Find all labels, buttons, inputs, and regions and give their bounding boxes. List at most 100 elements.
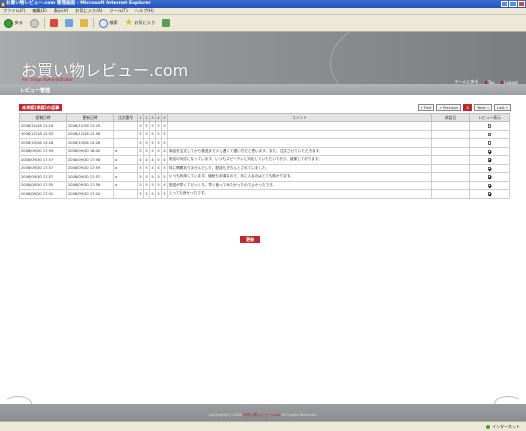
table-header-row: 投稿日時 更新日時 注文番号 1 2 3 4 5 コメント 承認日 レビュー表示 — [19, 113, 510, 122]
update-button[interactable]: 更新 — [240, 236, 261, 243]
back-arrow-icon — [4, 18, 13, 28]
show-review-checkbox[interactable] — [487, 166, 492, 170]
section-title: レビュー管理 — [20, 88, 51, 94]
table-row: 2008/10/08 13:28 2008/10/08 13:28 5 5 5 5 5 — [19, 138, 510, 148]
show-review-checkbox[interactable] — [487, 149, 492, 153]
cell-comment: とっても良かったです。 — [167, 189, 432, 199]
col-order: 注文番号 — [113, 113, 138, 122]
cell-show — [469, 146, 510, 156]
media-icon — [162, 19, 171, 27]
cell-updated: 2008/09/30 17:56 — [66, 180, 114, 190]
header-decoration — [330, 32, 526, 84]
review-table-body: 2008/12/26 11:16 2008/12/26 11:20 5 5 5 5 5 200… — [19, 121, 510, 199]
search-icon — [98, 18, 108, 28]
cell-order: a — [113, 180, 138, 190]
back-button[interactable]: 戻る — [2, 17, 25, 29]
show-review-checkbox[interactable] — [487, 175, 492, 179]
forward-button[interactable] — [28, 17, 41, 29]
cell-comment: いつも利用しています。値段も手頃なので、手に入るのはとても助かります。 — [167, 172, 432, 182]
review-table: 投稿日時 更新日時 注文番号 1 2 3 4 5 コメント 承認日 レビュー表示… — [19, 113, 510, 199]
cell-comment: 特に問題ありませんでした。配送もきちんとされていました。 — [167, 163, 432, 173]
table-row: 2008/09/30 17:57 2008/09/30 17:57 a 5 5 5 5 5 いつ… — [19, 172, 510, 182]
home-icon — [79, 19, 88, 27]
table-row: 2008/12/18 12:52 2008/12/18 12:56 5 5 5 5 5 — [19, 129, 510, 139]
site-header: お買い物レビュー.com For Shop Administrator — [0, 32, 526, 84]
refresh-button[interactable] — [63, 17, 75, 29]
table-row: 2008/09/30 17:55 2008/09/30 17:56 a 5 5 5 5 4 配送… — [19, 180, 510, 190]
cell-comment — [167, 121, 432, 131]
cell-updated: 2008/12/26 11:20 — [66, 121, 114, 131]
cell-show — [469, 155, 510, 165]
show-review-checkbox[interactable] — [487, 183, 492, 187]
close-button[interactable] — [517, 1, 525, 7]
menu-view[interactable]: 表示(V) — [54, 8, 69, 14]
col-comment: コメント — [167, 113, 432, 122]
cell-comment — [167, 138, 432, 148]
cell-show — [469, 163, 510, 173]
show-review-checkbox[interactable] — [487, 124, 492, 128]
col-updated: 更新日時 — [66, 113, 114, 122]
media-button[interactable] — [160, 17, 172, 29]
back-label: 戻る — [14, 20, 23, 25]
cell-show — [469, 121, 510, 131]
table-row: 2008/09/30 17:57 2008/09/30 17:59 a 5 5 4 4 5 特に… — [19, 163, 510, 173]
toolbar-separator — [92, 18, 94, 28]
home-button[interactable] — [78, 17, 90, 29]
show-review-checkbox[interactable] — [487, 192, 492, 196]
cell-posted: 2008/09/30 17:57 — [19, 155, 67, 165]
cell-order: a — [113, 163, 138, 173]
cell-updated: 2008/09/30 17:58 — [66, 155, 114, 165]
table-row: 2008/09/30 17:41 2008/09/30 17:42 5 5 5 5 5 とって… — [19, 189, 510, 199]
cell-approved — [431, 163, 470, 173]
show-review-checkbox[interactable] — [487, 141, 492, 145]
cell-updated: 2008/09/30 17:57 — [66, 172, 114, 182]
pager-last[interactable]: Last » — [494, 104, 511, 111]
menu-file[interactable]: ファイル(F) — [3, 8, 25, 14]
cell-approved — [431, 189, 470, 199]
cell-approved — [431, 138, 470, 148]
col-approved: 承認日 — [431, 113, 470, 122]
cell-comment: 配送が早くてびっくり。早く使ってみたかったのでよかったです。 — [167, 180, 432, 190]
show-review-checkbox[interactable] — [487, 158, 492, 162]
show-review-checkbox[interactable] — [487, 132, 492, 136]
cell-order — [113, 121, 138, 131]
cell-order: a — [113, 146, 138, 156]
cell-updated: 2008/09/30 17:42 — [66, 189, 114, 199]
menu-tools[interactable]: ツール(T) — [109, 8, 127, 14]
menu-bar: ファイル(F) 編集(E) 表示(V) お気に入り(A) ツール(T) ヘルプ(… — [0, 8, 526, 15]
window-title: お買い物レビュー.com 管理画面 - Microsoft Internet E… — [6, 1, 151, 6]
cell-show — [469, 138, 510, 148]
favorites-label: お気に入り — [134, 20, 156, 25]
browser-toolbar: 戻る 検索 ★ お気に入り — [0, 15, 526, 32]
pagination: « First « Previous 1 Next » Last » — [417, 104, 511, 111]
search-button[interactable]: 検索 — [97, 17, 120, 29]
cell-posted: 2008/09/30 17:57 — [19, 163, 67, 173]
cell-posted: 2008/09/30 17:57 — [19, 172, 67, 182]
site-subtitle: For Shop Administrator — [22, 78, 73, 83]
favorites-button[interactable]: ★ お気に入り — [123, 17, 158, 29]
stop-button[interactable] — [48, 17, 60, 29]
cell-posted: 2008/12/26 11:16 — [19, 121, 67, 131]
cell-order: a — [113, 155, 138, 165]
cell-comment: 商品を注文してから発送まで少し遅くて遅い方だと思います。また、注文させていただき… — [167, 146, 432, 156]
pager-next[interactable]: Next » — [474, 104, 493, 111]
pager-previous[interactable]: « Previous — [436, 104, 461, 111]
cell-updated: 2008/09/30 17:59 — [66, 163, 114, 173]
cell-show — [469, 180, 510, 190]
window-controls — [501, 1, 525, 7]
cell-comment — [167, 129, 432, 139]
cell-order — [113, 189, 138, 199]
copyright-text: Copyright(C) 2008 お買い物レビュー.com All Right… — [208, 413, 318, 417]
cell-comment: 来店の対応になっています。いつもスピーディに対応していただいており、感謝しており… — [167, 155, 432, 165]
pager-first[interactable]: « First — [417, 104, 435, 111]
menu-favorites[interactable]: お気に入り(A) — [75, 8, 102, 14]
cell-updated: 2008/10/08 13:28 — [66, 138, 114, 148]
forward-arrow-icon — [29, 18, 39, 28]
maximize-button[interactable] — [509, 1, 517, 7]
minimize-button[interactable] — [501, 1, 509, 7]
cell-approved — [431, 121, 470, 131]
cell-approved — [431, 180, 470, 190]
table-row: 2008/09/30 17:57 2008/09/30 17:58 a 4 4 4 5 4 来店… — [19, 155, 510, 165]
menu-edit[interactable]: 編集(E) — [32, 8, 46, 14]
menu-help[interactable]: ヘルプ(H) — [135, 8, 154, 14]
